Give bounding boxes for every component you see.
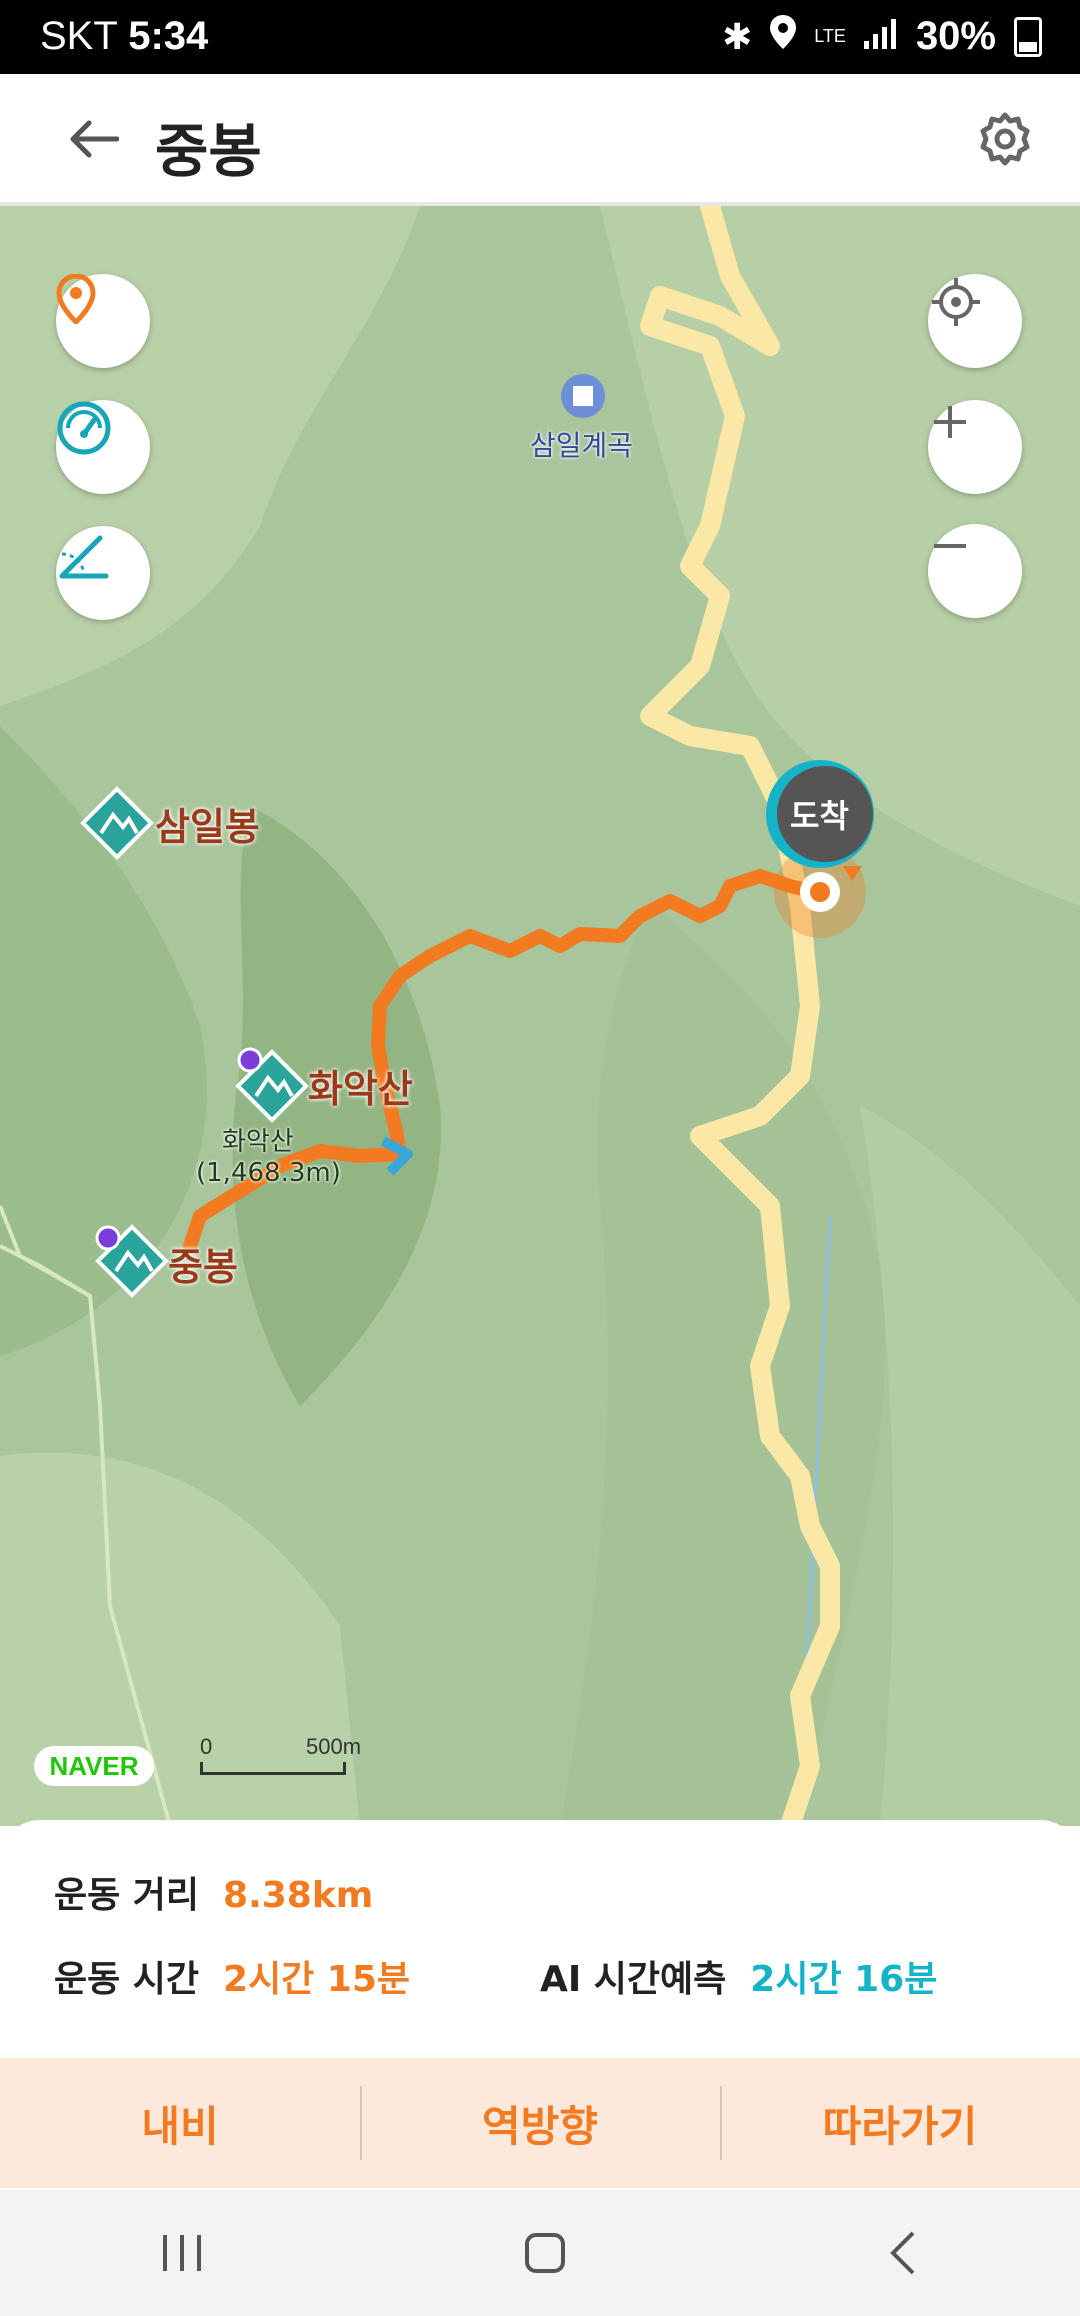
status-left: SKT 5:34 (40, 14, 208, 59)
home-icon[interactable] (521, 2229, 569, 2277)
bluetooth-icon: ✱ (722, 15, 753, 57)
action-bar: 내비 역방향 따라가기 (0, 2058, 1080, 2188)
label-hwaaksan-small: 화악산 (222, 1127, 294, 1157)
crosshair-icon (932, 278, 980, 326)
location-icon (770, 14, 797, 59)
time-row: 운동 시간 2시간 15분 (54, 1950, 410, 2002)
app-header: 중봉 (0, 74, 1080, 206)
status-right: ✱ LTE 30% (722, 14, 1042, 59)
page-title: 중봉 (155, 117, 262, 185)
system-nav-bar (0, 2190, 1080, 2316)
minus-icon (934, 544, 966, 548)
status-bar: SKT 5:34 ✱ LTE 30% (0, 0, 1080, 74)
plus-icon (934, 406, 966, 438)
battery-percent: 30% (915, 14, 996, 58)
my-location-button[interactable] (928, 274, 1022, 368)
back-nav-icon[interactable] (883, 2229, 923, 2277)
speed-button[interactable] (56, 400, 150, 494)
stats-panel: 운동 거리 8.38km 운동 시간 2시간 15분 AI 시간예측 2시간 16분 (0, 1820, 1080, 2060)
label-samilbong: 삼일봉 (155, 805, 260, 849)
time-value: 2시간 15분 (223, 1959, 411, 2000)
ai-value: 2시간 16분 (750, 1959, 938, 2000)
battery-icon (1014, 16, 1042, 57)
follow-button[interactable]: 따라가기 (720, 2058, 1080, 2188)
naver-logo: NAVER (34, 1746, 154, 1786)
waypoint-button[interactable] (56, 274, 150, 368)
label-hwaaksan: 화악산 (308, 1067, 413, 1111)
location-pin-icon (56, 274, 96, 324)
distance-label: 운동 거리 (54, 1875, 200, 1916)
settings-button[interactable] (970, 104, 1040, 174)
scale-zero: 0 (200, 1734, 213, 1759)
map-scale: 0 500m (200, 1734, 362, 1784)
recents-icon[interactable] (157, 2231, 207, 2275)
signal-icon (863, 14, 898, 59)
gear-icon (980, 112, 1030, 166)
navi-button[interactable]: 내비 (0, 2058, 360, 2188)
scale-distance: 500m (306, 1734, 362, 1759)
distance-row: 운동 거리 8.38km (54, 1866, 373, 1918)
network-type: LTE (814, 26, 846, 46)
clock: 5:34 (128, 14, 209, 58)
arrival-badge: 도착 (790, 797, 849, 835)
time-label: 운동 시간 (54, 1959, 200, 2000)
slope-button[interactable] (56, 526, 150, 620)
ai-row: AI 시간예측 2시간 16분 (540, 1950, 937, 2002)
carrier-label: SKT (40, 14, 118, 58)
slope-angle-icon (59, 535, 109, 579)
label-jungbong: 중봉 (168, 1245, 238, 1289)
reverse-button[interactable]: 역방향 (360, 2058, 720, 2188)
ai-label: AI 시간예측 (540, 1959, 727, 2000)
zoom-in-button[interactable] (928, 400, 1022, 494)
distance-value: 8.38km (223, 1875, 374, 1916)
back-button[interactable] (58, 104, 128, 174)
zoom-out-button[interactable] (928, 524, 1022, 618)
map-view[interactable]: 삼일계곡 삼일봉 화악산 화악산 (1,468.3m) 중봉 도착 NAVER … (0, 206, 1080, 1826)
label-samil-valley: 삼일계곡 (530, 429, 634, 462)
speedometer-icon (57, 401, 111, 455)
scale-bar (200, 1762, 346, 1775)
arrow-left-icon (70, 120, 119, 158)
label-hwaaksan-elev: (1,468.3m) (196, 1158, 341, 1188)
